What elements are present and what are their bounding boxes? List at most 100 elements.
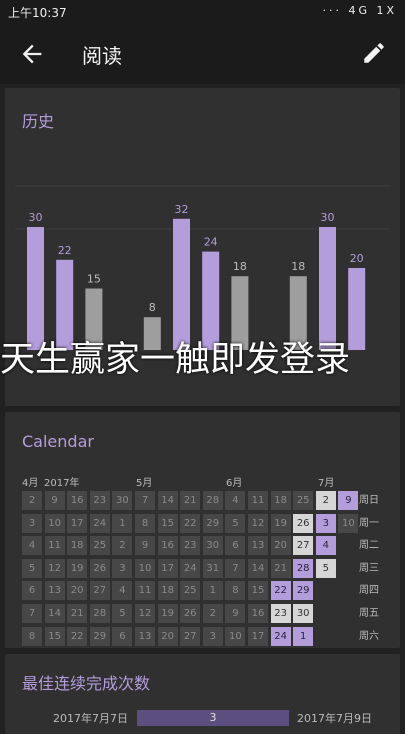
arrow-left-icon [22,44,42,64]
calendar-day-cell: 13 [135,626,155,646]
calendar-day-cell: 25 [180,581,201,601]
history-bar-label: 30 [29,211,43,224]
calendar-day-cell: 17 [248,626,268,646]
overlay-banner: 天生赢家一触即发登录 [0,340,351,380]
calendar-months: 4月 2017年 5月 6月 7月 [22,474,382,489]
calendar-day-cell: 2 [22,491,42,510]
history-bar [319,227,336,350]
calendar-day-cell: 9 [135,536,155,556]
calendar-month-label: 4月 [22,478,39,489]
calendar-day-cell: 25 [293,491,314,510]
calendar-day-cell: 21 [270,558,291,578]
calendar-day-cell: 6 [22,581,42,601]
calendar-weekday-label: 周五 [359,608,379,619]
calendar-day-cell: 17 [67,513,88,533]
calendar-day-cell: 26 [180,604,201,623]
status-icons: ··· 4G 1X [322,4,397,17]
calendar-weekday-label: 周一 [359,517,379,529]
calendar-day-cell: 22 [180,513,201,533]
status-bar: 上午10:37 ··· 4G 1X [0,0,405,24]
calendar-day-cell: 3 [315,513,336,533]
calendar-day-cell: 13 [248,536,268,556]
calendar-day-cell: 15 [248,581,268,601]
calendar-day-cell: 1 [202,581,223,601]
calendar-day-cell: 4 [22,536,42,556]
calendar-day-cell: 11 [44,536,65,556]
back-button[interactable] [18,40,46,68]
calendar-day-cell: 8 [135,513,155,533]
calendar-day-cell: 23 [180,536,201,556]
calendar-day-cell: 14 [248,558,268,578]
calendar-day-cell: 13 [44,581,65,601]
history-bar [56,259,74,350]
calendar-day-cell: 1 [293,626,314,646]
calendar-day-cell: 4 [225,491,246,510]
calendar-day-cell: 26 [293,513,314,533]
calendar-day-cell: 6 [112,626,133,646]
calendar-day-cell: 4 [112,581,133,601]
history-bar-label: 8 [149,301,156,314]
calendar-day-cell: 16 [157,536,178,556]
calendar-day-cell: 9 [338,491,359,510]
calendar-day-cell: 5 [315,558,336,578]
calendar-day-cell: 4 [315,536,336,556]
calendar-day-cell: 24 [270,626,291,646]
calendar-day-cell: 12 [248,513,268,533]
calendar-day-cell: 9 [225,604,246,623]
calendar-day-cell: 16 [248,604,268,623]
calendar-weekday-label: 周六 [359,630,379,642]
calendar-day-cell: 10 [225,626,246,646]
streak-bar: 3 [137,710,289,726]
calendar-day-cell: 5 [225,513,246,533]
calendar-day-cell: 19 [157,604,178,623]
calendar-day-cell: 10 [135,558,155,578]
streak-card: 最佳连续完成次数 2017年7月7日 3 2017年7月9日 [5,654,400,734]
calendar-weekday-label: 周三 [359,562,379,574]
calendar-day-cell: 11 [135,581,155,601]
calendar-day-cell: 18 [157,581,178,601]
calendar-day-cell: 10 [338,513,359,533]
calendar-day-cell: 20 [157,626,178,646]
calendar-day-cell: 22 [270,581,291,601]
calendar-day-cell: 1 [112,513,133,533]
calendar-month-label: 6月 [226,478,243,489]
calendar-day-cell: 10 [44,513,65,533]
calendar-day-cell: 6 [225,536,246,556]
calendar-day-cell: 27 [180,626,201,646]
streak-end-date: 2017年7月9日 [297,712,372,725]
calendar-day-cell: 23 [270,604,291,623]
calendar-weekday-label: 周四 [359,585,379,597]
calendar-day-cell: 26 [89,558,110,578]
calendar-day-cell: 2 [202,604,223,623]
history-bar-label: 22 [58,244,72,257]
calendar-day-cell: 3 [22,513,42,533]
calendar-day-cell: 30 [293,604,314,623]
calendar-day-cell: 23 [89,491,110,510]
calendar-day-cell: 29 [89,626,110,646]
history-bar [27,227,44,350]
calendar-card: Calendar 4月 2017年 5月 6月 7月 2 3 4 5 6 7 8 9 10 11 12 13 1… [5,412,400,648]
calendar-day-cell: 25 [89,536,110,556]
edit-button[interactable] [361,40,387,66]
calendar-day-cell: 21 [67,604,88,623]
calendar-day-cell: 12 [135,604,155,623]
calendar-day-cell: 7 [135,491,155,510]
history-bar-label: 15 [87,273,101,286]
calendar-weekday-label: 周日 [359,495,379,506]
calendar-day-cell: 5 [22,558,42,578]
calendar-day-cell: 7 [225,558,246,578]
calendar-day-cell: 18 [270,491,291,510]
calendar-day-cell: 3 [112,558,133,578]
calendar-day-cell: 30 [112,491,133,510]
calendar-day-cell: 21 [180,491,201,510]
app-bar: 阅读 [0,24,405,84]
calendar-day-cell: 28 [202,491,223,510]
calendar-day-cell: 9 [44,491,65,510]
history-bar-label: 32 [175,203,189,216]
history-bar [202,251,220,350]
streak-start-date: 2017年7月7日 [53,712,128,725]
calendar-day-cell: 2 [112,536,133,556]
calendar-day-cell: 7 [22,604,42,623]
calendar-day-cell: 28 [89,604,110,623]
calendar-day-cell: 31 [202,558,223,578]
